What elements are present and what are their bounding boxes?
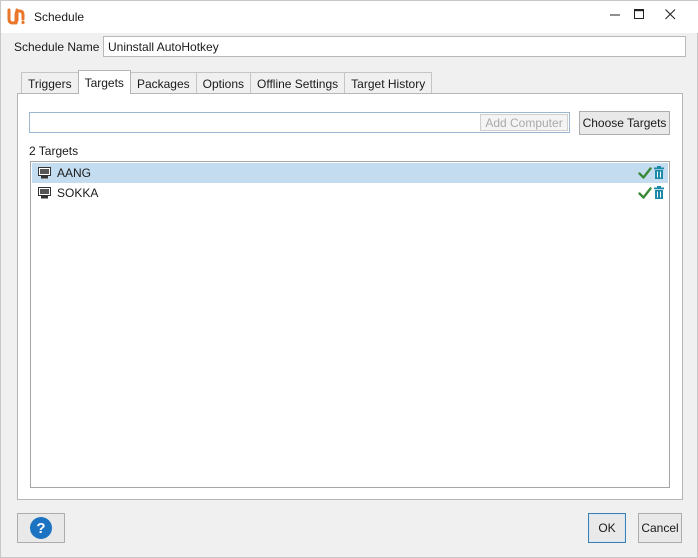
add-computer-button[interactable]: Add Computer	[480, 114, 568, 131]
schedule-name-input[interactable]	[103, 36, 686, 57]
computer-icon	[38, 167, 51, 179]
ok-button[interactable]: OK	[588, 513, 626, 543]
check-icon	[638, 187, 652, 199]
minimize-icon	[609, 14, 620, 15]
tab-triggers[interactable]: Triggers	[21, 72, 79, 94]
help-icon: ?	[30, 517, 52, 539]
tab-target-history[interactable]: Target History	[344, 72, 433, 94]
maximize-icon	[633, 8, 644, 19]
tab-offline-settings[interactable]: Offline Settings	[250, 72, 346, 94]
targets-list[interactable]: AANG SOKKA	[30, 161, 670, 488]
target-row[interactable]: AANG	[32, 163, 668, 183]
close-icon	[664, 8, 675, 19]
targets-count-label: 2 Targets	[29, 144, 79, 158]
trash-icon[interactable]	[654, 166, 664, 179]
close-button[interactable]	[653, 1, 687, 27]
target-name: SOKKA	[57, 186, 99, 200]
tab-packages[interactable]: Packages	[129, 72, 197, 94]
app-logo-icon	[7, 8, 25, 25]
schedule-window: Schedule Schedule Name Triggers Targets …	[0, 0, 698, 558]
maximize-button[interactable]	[622, 1, 656, 27]
choose-targets-button[interactable]: Choose Targets	[579, 111, 670, 135]
trash-icon[interactable]	[654, 186, 664, 199]
tab-strip: Triggers Targets Packages Options Offlin…	[21, 70, 433, 94]
tab-targets[interactable]: Targets	[77, 70, 131, 94]
target-name: AANG	[57, 166, 92, 180]
target-row[interactable]: SOKKA	[32, 183, 668, 203]
tab-options[interactable]: Options	[195, 72, 251, 94]
check-icon	[638, 167, 652, 179]
cancel-button[interactable]: Cancel	[638, 513, 682, 543]
svg-text:?: ?	[36, 520, 45, 537]
window-title: Schedule	[34, 10, 85, 24]
help-button[interactable]: ?	[17, 513, 65, 543]
title-bar[interactable]: Schedule	[1, 1, 698, 33]
computer-icon	[38, 187, 51, 199]
schedule-name-label: Schedule Name	[14, 40, 100, 54]
